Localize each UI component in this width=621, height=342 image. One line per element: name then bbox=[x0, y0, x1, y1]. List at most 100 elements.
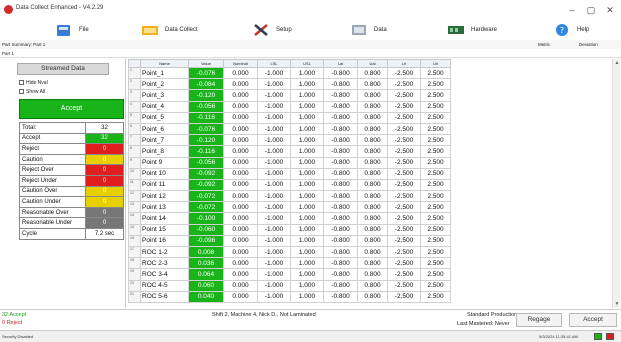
toolbar-setup-label: Setup bbox=[276, 27, 292, 33]
table-cell: -2.500 bbox=[387, 156, 421, 169]
svg-text:?: ? bbox=[560, 26, 564, 35]
table-row[interactable]: 1 Point_1 -0.076 0.000 -1.000 1.000 -0.800 0.80… bbox=[128, 66, 451, 80]
table-row[interactable]: 4 Point_4 -0.056 0.000 -1.000 1.000 -0.800 0.80… bbox=[128, 100, 451, 113]
column-header[interactable]: LSL bbox=[257, 59, 291, 68]
table-row[interactable]: 6 Point_6 -0.076 0.000 -1.000 1.000 -0.800 0.80… bbox=[128, 122, 451, 136]
table-cell: 0.800 bbox=[357, 78, 388, 91]
toolbar-setup[interactable]: Setup bbox=[253, 22, 292, 38]
app-logo-icon bbox=[4, 5, 13, 14]
close-button[interactable]: ✕ bbox=[603, 4, 617, 16]
table-cell: -2.500 bbox=[387, 145, 421, 158]
toolbar-help[interactable]: ? Help bbox=[554, 22, 589, 38]
column-header[interactable]: USL bbox=[290, 59, 324, 68]
column-header[interactable]: Url bbox=[420, 59, 451, 68]
table-cell: 0.000 bbox=[223, 190, 258, 203]
table-cell: -1.000 bbox=[257, 78, 291, 91]
point-name: ROC 1-2 bbox=[140, 245, 189, 259]
table-row[interactable]: 19 ROC 3-4 0.064 0.000 -1.000 1.000 -0.800 0.80… bbox=[128, 268, 451, 281]
row-index: 14 bbox=[128, 212, 141, 225]
table-row[interactable]: 15 Point 15 -0.060 0.000 -1.000 1.000 -0.800 0.… bbox=[128, 223, 451, 236]
scroll-down-icon[interactable]: ▼ bbox=[613, 300, 621, 308]
table-cell: 2.500 bbox=[420, 257, 451, 270]
point-name: ROC 2-3 bbox=[140, 257, 189, 270]
table-row[interactable]: 10 Point 10 -0.092 0.000 -1.000 1.000 -0.800 0.… bbox=[128, 167, 451, 180]
accept-button[interactable]: Accept bbox=[569, 313, 617, 327]
part-subtitle-bar: Part 1 bbox=[0, 49, 621, 58]
data-collect-icon bbox=[142, 26, 158, 35]
table-cell: -0.800 bbox=[323, 223, 358, 236]
stat-label: Reject Under bbox=[19, 174, 86, 187]
table-row[interactable]: 7 Point_7 -0.120 0.000 -1.000 1.000 -0.800 0.80… bbox=[128, 134, 451, 147]
table-cell: 1.000 bbox=[290, 167, 324, 180]
stat-row: Reasonable Over 0 bbox=[19, 206, 124, 219]
table-cell: 0.800 bbox=[357, 134, 388, 147]
table-row[interactable]: 20 ROC 4-5 0.060 0.000 -1.000 1.000 -0.800 0.80… bbox=[128, 279, 451, 292]
point-name: ROC 5-6 bbox=[140, 290, 189, 303]
table-row[interactable]: 21 ROC 5-6 0.040 0.000 -1.000 1.000 -0.800 0.80… bbox=[128, 290, 451, 303]
hide-nval-label: Hide Nval bbox=[26, 79, 48, 86]
accept-status-button[interactable]: Accept bbox=[19, 99, 124, 119]
point-name: Point_8 bbox=[140, 145, 189, 158]
hide-nval-checkbox[interactable]: Hide Nval bbox=[19, 79, 79, 86]
table-row[interactable]: 9 Point 9 -0.056 0.000 -1.000 1.000 -0.800 0.80… bbox=[128, 156, 451, 169]
table-row[interactable]: 16 Point 16 -0.096 0.000 -1.000 1.000 -0.800 0.… bbox=[128, 234, 451, 248]
scroll-up-icon[interactable]: ▲ bbox=[613, 59, 621, 67]
row-index: 3 bbox=[128, 89, 141, 102]
table-row[interactable]: 3 Point_3 -0.120 0.000 -1.000 1.000 -0.800 0.80… bbox=[128, 89, 451, 102]
table-cell: -0.800 bbox=[323, 145, 358, 158]
metric-label[interactable]: Metric bbox=[538, 42, 550, 47]
stat-row: Caution Over 0 bbox=[19, 185, 124, 198]
column-header[interactable]: Lal bbox=[323, 59, 358, 68]
regage-button[interactable]: Regage bbox=[516, 313, 562, 327]
table-row[interactable]: 18 ROC 2-3 0.036 0.000 -1.000 1.000 -0.800 0.80… bbox=[128, 257, 451, 270]
table-cell: -0.800 bbox=[323, 89, 358, 102]
table-cell: 2.500 bbox=[420, 122, 451, 136]
table-cell: 0.800 bbox=[357, 234, 388, 248]
table-cell: 2.500 bbox=[420, 245, 451, 259]
deviation-label[interactable]: Deviation bbox=[579, 42, 598, 47]
table-row[interactable]: 11 Point 11 -0.092 0.000 -1.000 1.000 -0.800 0.… bbox=[128, 178, 451, 192]
table-row[interactable]: 17 ROC 1-2 0.008 0.000 -1.000 1.000 -0.800 0.80… bbox=[128, 245, 451, 259]
table-cell: 1.000 bbox=[290, 212, 324, 225]
column-header[interactable] bbox=[128, 59, 141, 68]
maximize-button[interactable]: ▢ bbox=[584, 4, 598, 16]
table-cell: -2.500 bbox=[387, 257, 421, 270]
table-cell: -2.500 bbox=[387, 223, 421, 236]
streamed-data-button[interactable]: Streamed Data bbox=[17, 63, 109, 75]
table-row[interactable]: 2 Point_2 -0.084 0.000 -1.000 1.000 -0.800 0.80… bbox=[128, 78, 451, 91]
stat-value: 0 bbox=[85, 164, 124, 176]
left-panel: Streamed Data Hide Nval Show All Accept … bbox=[0, 58, 126, 308]
checkbox-box[interactable] bbox=[19, 80, 24, 85]
column-header[interactable]: Nominal bbox=[223, 59, 258, 68]
row-index: 19 bbox=[128, 268, 141, 281]
toolbar-hardware[interactable]: Hardware bbox=[448, 22, 497, 38]
column-header[interactable]: Ual bbox=[357, 59, 388, 68]
grid-scrollbar[interactable]: ▲ ▼ bbox=[612, 59, 620, 308]
table-cell: 0.800 bbox=[357, 212, 388, 225]
toolbar-help-label: Help bbox=[577, 27, 590, 33]
minimize-button[interactable]: – bbox=[565, 4, 579, 16]
row-index: 8 bbox=[128, 145, 141, 158]
table-row[interactable]: 12 Point 12 -0.072 0.000 -1.000 1.000 -0.800 0.… bbox=[128, 190, 451, 203]
column-header[interactable]: Lrl bbox=[387, 59, 421, 68]
toolbar-file[interactable]: File bbox=[56, 22, 89, 38]
checkbox-box[interactable] bbox=[19, 89, 24, 94]
row-index: 21 bbox=[128, 290, 141, 303]
table-row[interactable]: 13 Point 13 -0.072 0.000 -1.000 1.000 -0.800 0.… bbox=[128, 201, 451, 214]
table-row[interactable]: 8 Point_8 -0.116 0.000 -1.000 1.000 -0.800 0.80… bbox=[128, 145, 451, 158]
table-cell: 2.500 bbox=[420, 201, 451, 214]
stat-label: Reasonable Over bbox=[19, 206, 86, 219]
table-cell: -1.000 bbox=[257, 234, 291, 248]
table-cell: -2.500 bbox=[387, 89, 421, 102]
column-header[interactable]: Name bbox=[140, 59, 189, 68]
column-header[interactable]: Value bbox=[188, 59, 224, 68]
toolbar-data-collect[interactable]: Data Collect bbox=[142, 22, 198, 38]
table-row[interactable]: 14 Point 14 -0.100 0.000 -1.000 1.000 -0.800 0.… bbox=[128, 212, 451, 225]
table-cell: -0.800 bbox=[323, 167, 358, 180]
stat-row: Cycle 7.2 sec bbox=[19, 227, 124, 240]
table-row[interactable]: 5 Point_5 -0.116 0.000 -1.000 1.000 -0.800 0.80… bbox=[128, 111, 451, 124]
table-cell: -2.500 bbox=[387, 100, 421, 113]
point-name: Point 12 bbox=[140, 190, 189, 203]
show-all-checkbox[interactable]: Show All bbox=[19, 88, 79, 95]
toolbar-data[interactable]: Data bbox=[351, 22, 387, 38]
